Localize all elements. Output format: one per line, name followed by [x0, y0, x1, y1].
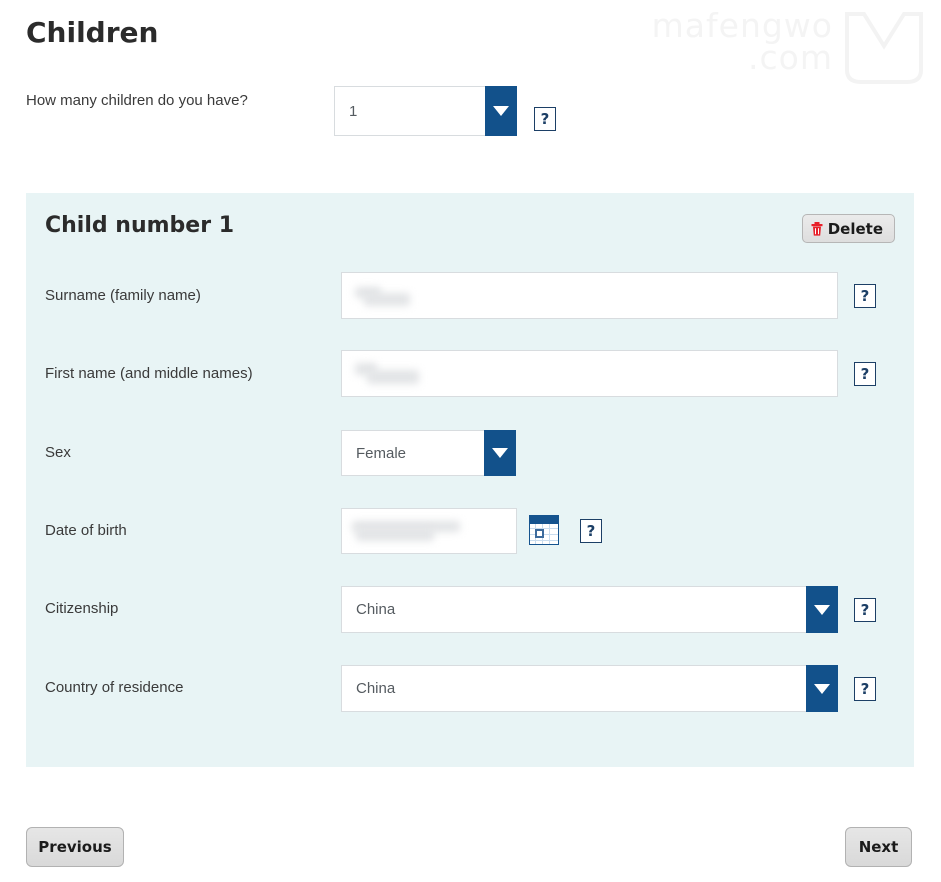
child-panel-title: Child number 1: [45, 213, 235, 238]
page-title: Children: [26, 16, 159, 49]
chevron-down-icon[interactable]: [806, 665, 838, 712]
chevron-down-icon[interactable]: [806, 586, 838, 633]
redacted-text: [364, 293, 410, 306]
citizenship-value: China: [356, 601, 396, 618]
surname-input[interactable]: [341, 272, 838, 319]
calendar-icon[interactable]: [529, 515, 559, 545]
sex-select[interactable]: Female: [341, 430, 516, 476]
first-name-label: First name (and middle names): [45, 365, 253, 382]
sex-value: Female: [356, 444, 407, 462]
surname-help-icon[interactable]: ?: [854, 284, 876, 308]
field-row-sex: Sex Female: [26, 430, 914, 492]
field-row-citizenship: Citizenship China ?: [26, 586, 914, 648]
trash-icon: [811, 221, 823, 236]
calendar-selected-day: [535, 529, 544, 538]
date-of-birth-input[interactable]: [341, 508, 517, 554]
country-of-residence-select[interactable]: China: [341, 665, 838, 712]
mafengwo-logo-icon: [845, 12, 923, 84]
date-of-birth-help-icon[interactable]: ?: [580, 519, 602, 543]
children-count-select[interactable]: 1: [334, 86, 517, 136]
field-row-date-of-birth: Date of birth ?: [26, 508, 914, 570]
chevron-down-icon[interactable]: [485, 86, 517, 136]
children-count-value: 1: [349, 102, 358, 120]
children-count-label: How many children do you have?: [26, 92, 248, 109]
child-panel: Child number 1 Delete Surname (family na…: [26, 193, 914, 767]
citizenship-help-icon[interactable]: ?: [854, 598, 876, 622]
country-of-residence-label: Country of residence: [45, 679, 184, 696]
date-of-birth-label: Date of birth: [45, 522, 127, 539]
watermark-line-1: mafengwo: [651, 6, 833, 45]
delete-child-label: Delete: [827, 219, 883, 238]
calendar-grid: [530, 524, 558, 544]
children-count-help-icon[interactable]: ?: [534, 107, 556, 131]
previous-button[interactable]: Previous: [26, 827, 124, 867]
children-count-row: How many children do you have? 1 ?: [26, 86, 916, 144]
field-row-country-of-residence: Country of residence China ?: [26, 665, 914, 727]
field-row-first-name: First name (and middle names) ?: [26, 350, 914, 413]
watermark-line-2: .com: [748, 38, 833, 77]
country-of-residence-help-icon[interactable]: ?: [854, 677, 876, 701]
citizenship-select[interactable]: China: [341, 586, 838, 633]
redacted-text: [367, 370, 419, 384]
first-name-input[interactable]: [341, 350, 838, 397]
field-row-surname: Surname (family name) ?: [26, 272, 914, 335]
chevron-down-icon[interactable]: [484, 430, 516, 476]
next-button[interactable]: Next: [845, 827, 912, 867]
calendar-header: [530, 516, 558, 524]
watermark-text: mafengwo .com: [651, 6, 833, 77]
watermark: mafengwo .com: [652, 6, 929, 92]
delete-child-button[interactable]: Delete: [801, 214, 895, 243]
citizenship-label: Citizenship: [45, 600, 119, 617]
first-name-help-icon[interactable]: ?: [854, 362, 876, 386]
sex-label: Sex: [45, 444, 71, 461]
country-of-residence-value: China: [356, 680, 396, 697]
surname-label: Surname (family name): [45, 287, 201, 304]
redacted-text: [356, 528, 434, 541]
